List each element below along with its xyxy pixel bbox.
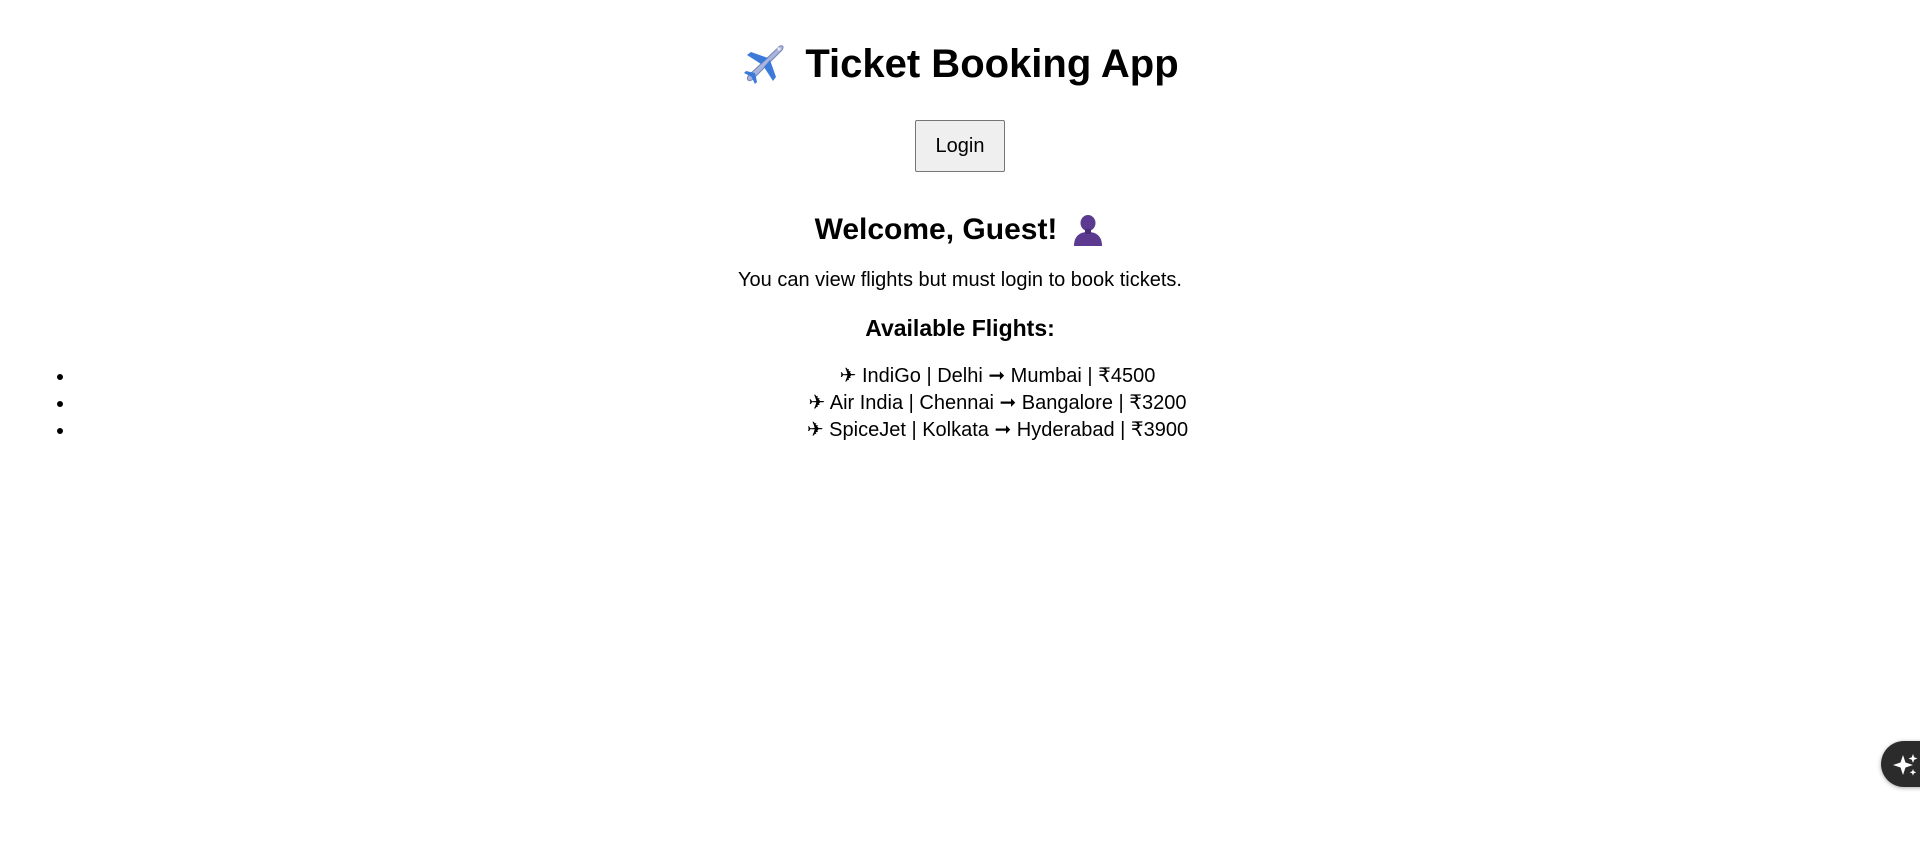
welcome-heading: Welcome, Guest! [0,212,1920,248]
flight-item-indigo: ✈ IndiGo | Delhi ➞ Mumbai | ₹4500 [75,363,1920,390]
login-container: Login [0,120,1920,172]
guest-info-text: You can view flights but must login to b… [738,269,1182,291]
flight-list: ✈ IndiGo | Delhi ➞ Mumbai | ₹4500 ✈ Air … [0,363,1920,444]
page: Ticket Booking App Login Welcome, Guest!… [0,0,1920,860]
airplane-icon [741,41,787,87]
flights-heading: Available Flights: [865,315,1055,341]
flight-item-spicejet: ✈ SpiceJet | Kolkata ➞ Hyderabad | ₹3900 [75,417,1920,444]
app-title: Ticket Booking App [0,0,1920,88]
welcome-text: Welcome, Guest! [814,213,1058,246]
app-title-text: Ticket Booking App [805,42,1179,86]
guest-person-icon [1071,213,1105,247]
sparkle-icon [1891,751,1919,779]
assistant-button[interactable] [1881,741,1920,787]
login-button[interactable]: Login [915,120,1005,172]
flight-item-air-india: ✈ Air India | Chennai ➞ Bangalore | ₹320… [75,390,1920,417]
